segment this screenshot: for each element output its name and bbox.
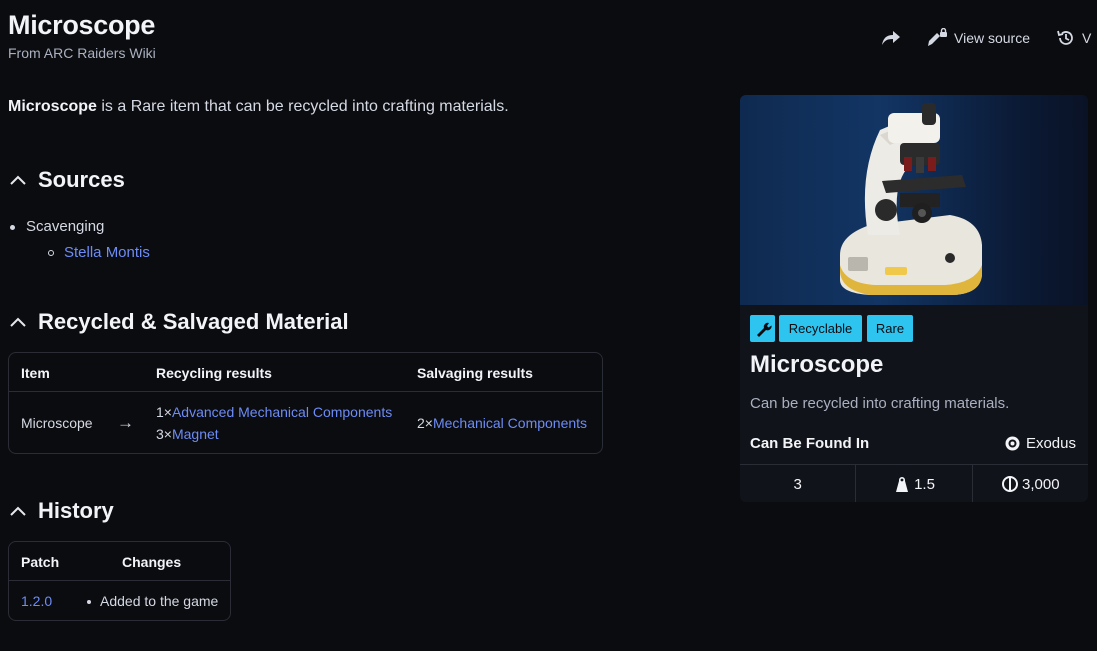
magnet-link[interactable]: Magnet xyxy=(172,426,219,442)
arrow-icon: → xyxy=(117,413,134,432)
share-arrow-icon xyxy=(882,31,900,45)
table-cell-item: Microscope xyxy=(21,415,93,431)
page-subtitle: From ARC Raiders Wiki xyxy=(8,45,156,61)
share-button[interactable] xyxy=(880,29,902,47)
history-table: Patch Changes 1.2.0 Added to the game xyxy=(8,541,231,621)
qty: 2× xyxy=(417,415,433,431)
recyclable-badge[interactable]: Recyclable xyxy=(779,315,862,342)
history-label: V xyxy=(1082,30,1092,46)
section-recycled-title: Recycled & Salvaged Material xyxy=(38,309,349,334)
list-item: Scavenging Stella Montis xyxy=(8,214,150,266)
page-title: Microscope xyxy=(8,10,156,40)
rare-badge[interactable]: Rare xyxy=(867,315,913,342)
location-label: Exodus xyxy=(1025,435,1076,452)
coin-icon xyxy=(1002,476,1019,492)
table-header-item: Item xyxy=(21,365,50,381)
patch-link[interactable]: 1.2.0 xyxy=(21,593,52,609)
recycle-table: Item Recycling results Salvaging results… xyxy=(8,352,603,454)
qty: 1× xyxy=(156,404,172,420)
section-sources-heading[interactable]: Sources xyxy=(8,167,125,193)
list-item: Stella Montis xyxy=(46,240,150,266)
advanced-mechanical-components-link[interactable]: Advanced Mechanical Components xyxy=(172,404,392,420)
salvaging-result-1: 2×Mechanical Components xyxy=(417,415,587,431)
weight-value: 1.5 xyxy=(914,475,935,493)
wrench-icon xyxy=(757,322,772,337)
qty: 3× xyxy=(156,426,172,442)
source-method: Scavenging xyxy=(26,218,105,235)
table-header-salvaging: Salvaging results xyxy=(417,365,533,381)
change-text: Added to the game xyxy=(100,593,219,609)
item-infobox: Recyclable Rare Microscope Can be recycl… xyxy=(740,95,1088,502)
microscope-image-icon xyxy=(840,103,982,295)
weight-stat: 1.5 xyxy=(855,465,971,502)
chevron-up-icon xyxy=(10,506,26,516)
bullet xyxy=(87,600,91,605)
change-entry: Added to the game xyxy=(87,593,218,609)
item-image xyxy=(740,95,1088,305)
section-recycled-heading[interactable]: Recycled & Salvaged Material xyxy=(8,309,349,335)
section-history-title: History xyxy=(38,498,114,523)
value-stat: 3,000 xyxy=(971,465,1088,502)
infobox-stats: 3 1.5 3,000 xyxy=(740,464,1088,502)
value-amount: 3,000 xyxy=(1022,475,1060,493)
intro-item-name: Microscope xyxy=(8,98,97,115)
pencil-lock-icon xyxy=(928,28,947,46)
table-divider xyxy=(9,580,230,581)
intro-paragraph: Microscope is a Rare item that can be re… xyxy=(8,98,509,116)
found-in-label: Can Be Found In xyxy=(750,435,870,452)
view-source-button[interactable]: View source xyxy=(926,28,1030,48)
stack-size-value: 3 xyxy=(793,475,802,493)
chevron-up-icon xyxy=(10,175,26,185)
recyclable-tool-badge xyxy=(750,315,775,342)
table-header-recycling: Recycling results xyxy=(156,365,272,381)
section-sources-title: Sources xyxy=(38,167,125,192)
recycling-result-2: 3×Magnet xyxy=(156,426,219,442)
sources-list: Scavenging Stella Montis xyxy=(8,214,150,266)
history-button[interactable]: V xyxy=(1056,28,1091,48)
page-actions: View source V xyxy=(880,28,1091,48)
mechanical-components-link[interactable]: Mechanical Components xyxy=(433,415,587,431)
found-in-location[interactable]: Exodus xyxy=(1004,435,1076,452)
table-divider xyxy=(9,391,602,392)
stack-size-stat: 3 xyxy=(740,465,855,502)
source-location-link[interactable]: Stella Montis xyxy=(64,244,150,261)
history-icon xyxy=(1057,30,1073,45)
table-header-changes: Changes xyxy=(122,554,182,570)
infobox-description: Can be recycled into crafting materials. xyxy=(750,395,1010,412)
weight-icon xyxy=(896,476,909,492)
intro-text: is a Rare item that can be recycled into… xyxy=(96,98,509,115)
section-history-heading[interactable]: History xyxy=(8,498,114,524)
view-source-label: View source xyxy=(954,30,1031,46)
exodus-icon xyxy=(1005,436,1020,451)
chevron-up-icon xyxy=(10,317,26,327)
infobox-title: Microscope xyxy=(750,351,884,378)
table-header-patch: Patch xyxy=(21,554,60,570)
recycling-result-1: 1×Advanced Mechanical Components xyxy=(156,404,392,420)
